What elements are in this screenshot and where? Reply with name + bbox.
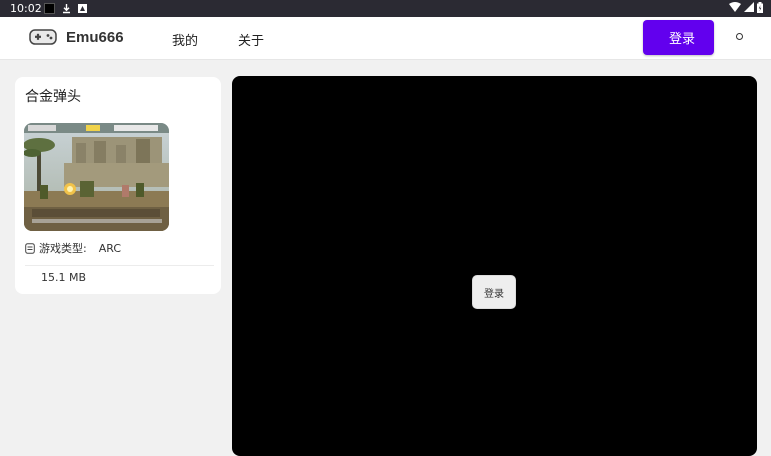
app-header: Emu666 我的 关于 登录 xyxy=(0,17,771,60)
more-menu-icon[interactable] xyxy=(736,33,743,40)
game-type-value: ARC xyxy=(98,241,122,255)
emulator-login-button[interactable]: 登录 xyxy=(472,275,516,309)
game-card[interactable]: 合金弹头 游戏类型: ARC 15.1 MB xyxy=(15,77,221,294)
status-right-icons xyxy=(729,2,763,13)
battery-icon xyxy=(757,2,763,13)
game-type-label: 游戏类型: xyxy=(39,242,87,255)
nav-about[interactable]: 关于 xyxy=(238,30,264,49)
notification-square-icon xyxy=(44,3,55,14)
status-time: 10:02 xyxy=(10,2,42,15)
game-title: 合金弹头 xyxy=(25,89,81,105)
nav-mine[interactable]: 我的 xyxy=(172,30,198,49)
app-notification-icon xyxy=(78,4,87,13)
emulator-screen[interactable]: 登录 xyxy=(232,76,757,456)
download-icon xyxy=(63,4,70,14)
card-divider xyxy=(25,265,214,266)
status-bar: 10:02 xyxy=(0,0,771,17)
gamepad-logo-icon[interactable] xyxy=(29,27,57,47)
game-type-icon xyxy=(25,242,35,254)
signal-icon xyxy=(744,2,754,12)
login-button[interactable]: 登录 xyxy=(643,20,714,55)
game-size: 15.1 MB xyxy=(41,271,87,284)
brand-name[interactable]: Emu666 xyxy=(66,29,124,46)
wifi-icon xyxy=(729,2,741,12)
game-type-row: 游戏类型: ARC xyxy=(25,240,121,256)
game-thumbnail[interactable] xyxy=(24,123,169,231)
